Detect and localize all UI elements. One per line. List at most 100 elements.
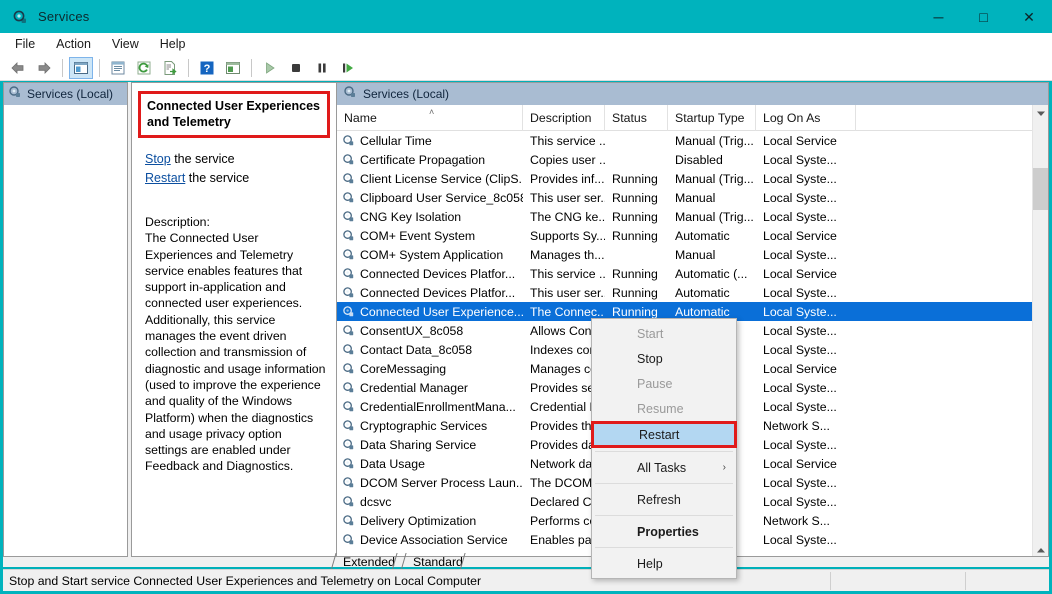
service-gear-icon bbox=[342, 210, 355, 223]
column-header-startup-type[interactable]: Startup Type bbox=[668, 105, 756, 131]
context-menu-item-stop[interactable]: Stop bbox=[592, 346, 736, 371]
cell-logon: Local Syste... bbox=[756, 305, 856, 319]
service-gear-icon bbox=[342, 305, 355, 318]
service-name-label: Contact Data_8c058 bbox=[360, 343, 472, 357]
table-row[interactable]: Cellular TimeThis service ...Manual (Tri… bbox=[337, 131, 1034, 150]
svg-text:?: ? bbox=[204, 63, 211, 75]
cell-logon: Network S... bbox=[756, 514, 856, 528]
service-context-menu: StartStopPauseResumeRestartAll Tasks›Ref… bbox=[591, 318, 737, 579]
service-gear-icon bbox=[342, 362, 355, 375]
column-header-label: Status bbox=[612, 111, 647, 125]
restart-service-link[interactable]: Restart bbox=[145, 171, 185, 185]
column-header-name[interactable]: Name˄ bbox=[337, 105, 523, 131]
cell-startup: Automatic bbox=[668, 305, 756, 319]
column-header-description[interactable]: Description bbox=[523, 105, 605, 131]
column-header-status[interactable]: Status bbox=[605, 105, 668, 131]
table-row[interactable]: Connected Devices Platfor...This service… bbox=[337, 264, 1034, 283]
table-row[interactable]: COM+ System ApplicationManages th... Manu… bbox=[337, 245, 1034, 264]
service-gear-icon bbox=[342, 153, 355, 166]
menu-help[interactable]: Help bbox=[151, 35, 195, 53]
cell-logon: Local Syste... bbox=[756, 324, 856, 338]
cell-startup: Manual bbox=[668, 248, 756, 262]
scroll-up-arrow-icon[interactable] bbox=[1033, 105, 1049, 122]
properties-button[interactable] bbox=[106, 57, 130, 79]
table-row[interactable]: CNG Key IsolationThe CNG ke...RunningMan… bbox=[337, 207, 1034, 226]
cell-name: DCOM Server Process Laun... bbox=[337, 476, 523, 490]
table-row[interactable]: Connected Devices Platfor...This user se… bbox=[337, 283, 1034, 302]
cell-name: dcsvc bbox=[337, 495, 523, 509]
table-row[interactable]: Certificate PropagationCopies user ...Di… bbox=[337, 150, 1034, 169]
cell-name: Data Sharing Service bbox=[337, 438, 523, 452]
help-button[interactable]: ? bbox=[195, 57, 219, 79]
services-list-header-label: Services (Local) bbox=[363, 87, 449, 101]
minimize-button[interactable]: ─ bbox=[916, 0, 961, 33]
cell-name: COM+ System Application bbox=[337, 248, 523, 262]
services-gear-icon bbox=[12, 9, 28, 25]
cell-logon: Local Syste... bbox=[756, 210, 856, 224]
cell-logon: Local Syste... bbox=[756, 381, 856, 395]
show-hide-console-tree-button[interactable] bbox=[69, 57, 93, 79]
forward-button[interactable] bbox=[32, 57, 56, 79]
stop-service-button[interactable] bbox=[284, 57, 308, 79]
back-button[interactable] bbox=[6, 57, 30, 79]
toolbar-separator bbox=[99, 59, 100, 77]
service-name-label: Client License Service (ClipS... bbox=[360, 172, 523, 186]
service-gear-icon bbox=[342, 343, 355, 356]
show-hide-action-pane-button[interactable] bbox=[221, 57, 245, 79]
refresh-button[interactable] bbox=[132, 57, 156, 79]
context-menu-item-help[interactable]: Help bbox=[592, 551, 736, 576]
cell-startup: Manual (Trig... bbox=[668, 210, 756, 224]
vertical-scrollbar[interactable] bbox=[1032, 105, 1048, 557]
service-gear-icon bbox=[342, 514, 355, 527]
service-gear-icon bbox=[342, 400, 355, 413]
context-menu-item-refresh[interactable]: Refresh bbox=[592, 487, 736, 512]
maximize-button[interactable]: □ bbox=[961, 0, 1006, 33]
description-label: Description: bbox=[145, 214, 327, 230]
cell-name: Connected Devices Platfor... bbox=[337, 286, 523, 300]
table-row[interactable]: COM+ Event SystemSupports Sy...RunningAu… bbox=[337, 226, 1034, 245]
pause-service-button[interactable] bbox=[310, 57, 334, 79]
scrollbar-thumb[interactable] bbox=[1033, 168, 1049, 210]
context-menu-item-properties[interactable]: Properties bbox=[592, 519, 736, 544]
menu-action[interactable]: Action bbox=[47, 35, 100, 53]
service-name-label: COM+ Event System bbox=[360, 229, 475, 243]
table-row[interactable]: Client License Service (ClipS...Provides… bbox=[337, 169, 1034, 188]
column-header-log-on-as[interactable]: Log On As bbox=[756, 105, 856, 131]
cell-status: Running bbox=[605, 229, 668, 243]
context-menu-item-start: Start bbox=[592, 321, 736, 346]
cell-logon: Local Syste... bbox=[756, 400, 856, 414]
column-header-row: Name˄Description Status Startup TypeLog On… bbox=[337, 105, 1049, 131]
cell-name: Connected User Experience... bbox=[337, 305, 523, 319]
table-row[interactable]: Clipboard User Service_8c058This user se… bbox=[337, 188, 1034, 207]
export-list-button[interactable] bbox=[158, 57, 182, 79]
menu-file[interactable]: File bbox=[6, 35, 44, 53]
console-tree-root-label[interactable]: Services (Local) bbox=[27, 87, 113, 101]
scroll-down-arrow-icon[interactable] bbox=[1033, 541, 1049, 557]
cell-logon: Local Syste... bbox=[756, 533, 856, 547]
service-gear-icon bbox=[342, 438, 355, 451]
context-menu-separator bbox=[595, 515, 733, 516]
menu-view[interactable]: View bbox=[103, 35, 148, 53]
cell-description: Supports Sy... bbox=[523, 229, 605, 243]
close-button[interactable]: ✕ bbox=[1006, 0, 1052, 33]
service-gear-icon bbox=[342, 134, 355, 147]
cell-logon: Local Service bbox=[756, 457, 856, 471]
stop-service-link[interactable]: Stop bbox=[145, 152, 171, 166]
service-name-label: Connected User Experience... bbox=[360, 305, 523, 319]
context-menu-item-restart[interactable]: Restart bbox=[591, 421, 737, 448]
cell-logon: Local Syste... bbox=[756, 248, 856, 262]
cell-status: Running bbox=[605, 210, 668, 224]
restart-service-link-row: Restart the service bbox=[145, 169, 336, 188]
start-service-button[interactable] bbox=[258, 57, 282, 79]
cell-name: Cryptographic Services bbox=[337, 419, 523, 433]
context-menu-item-all-tasks[interactable]: All Tasks› bbox=[592, 455, 736, 480]
submenu-chevron-right-icon: › bbox=[723, 462, 726, 473]
cell-startup: Manual bbox=[668, 191, 756, 205]
service-name-label: ConsentUX_8c058 bbox=[360, 324, 463, 338]
cell-description: Manages th... bbox=[523, 248, 605, 262]
restart-service-button[interactable] bbox=[336, 57, 360, 79]
service-name-label: Connected Devices Platfor... bbox=[360, 286, 515, 300]
service-gear-icon bbox=[342, 476, 355, 489]
cell-logon: Local Syste... bbox=[756, 286, 856, 300]
service-name-label: CredentialEnrollmentMana... bbox=[360, 400, 516, 414]
